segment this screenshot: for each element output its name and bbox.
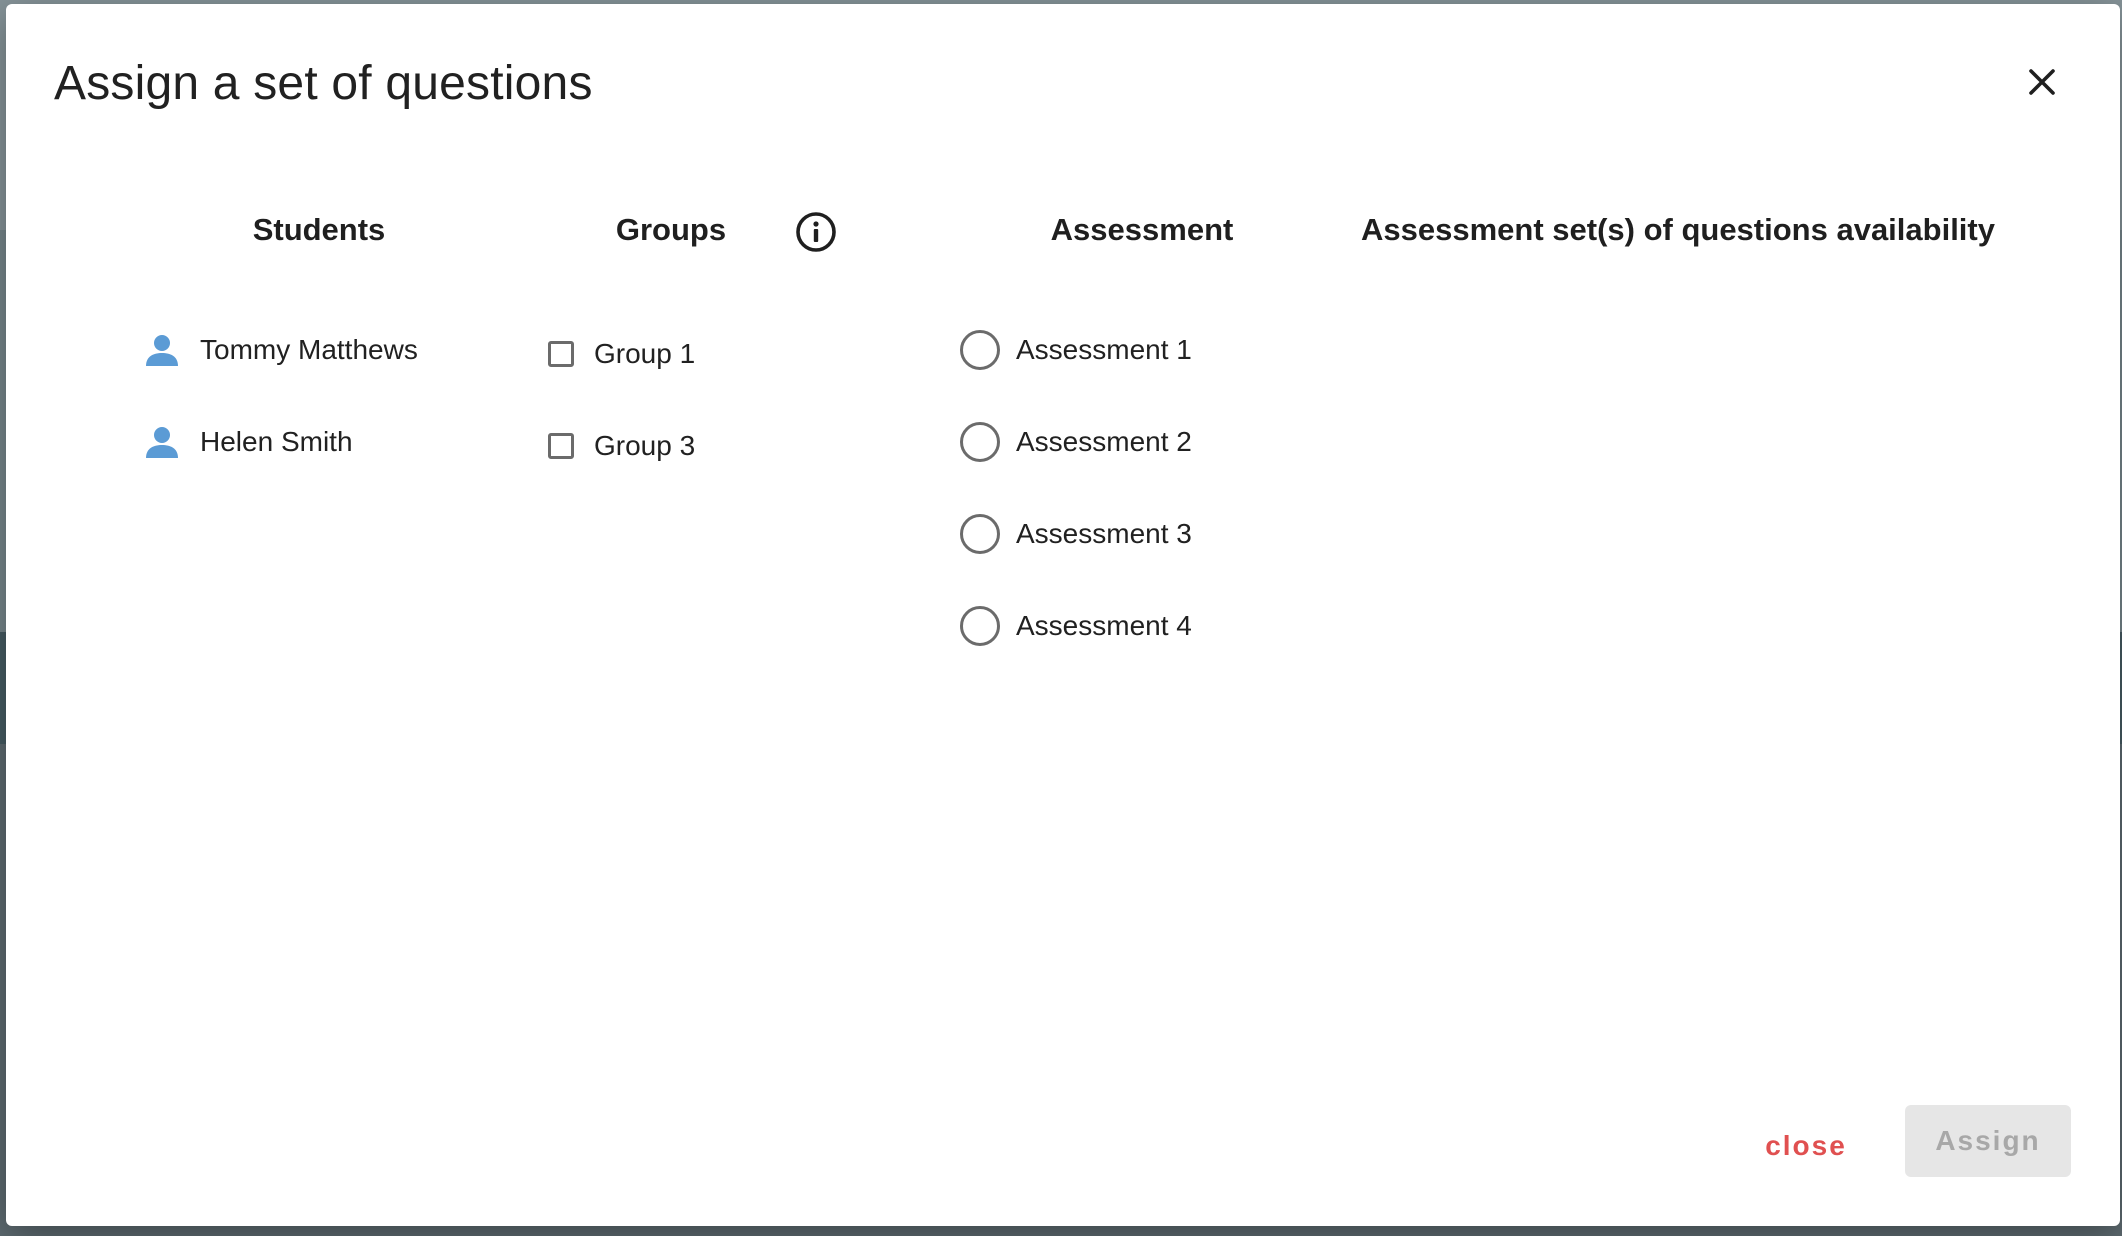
dialog-title: Assign a set of questions (54, 57, 593, 110)
student-name: Helen Smith (200, 426, 353, 457)
assessment-label: Assessment 3 (1016, 518, 1192, 549)
group-label: Group 1 (594, 338, 696, 369)
group-item[interactable]: Group 3 (548, 422, 695, 470)
student-name: Tommy Matthews (200, 334, 418, 365)
group-checkbox[interactable] (548, 341, 574, 367)
assessment-radio[interactable] (960, 514, 1000, 554)
assessment-column-header: Assessment (1050, 212, 1234, 247)
assessment-label: Assessment 1 (1016, 334, 1192, 365)
assessment-option[interactable]: Assessment 2 (960, 418, 1192, 466)
assessment-option[interactable]: Assessment 4 (960, 602, 1192, 650)
person-icon (146, 335, 178, 366)
close-button[interactable]: close (1746, 1111, 1866, 1181)
assessment-option[interactable]: Assessment 1 (960, 326, 1192, 374)
availability-column-header: Assessment set(s) of questions availabil… (1361, 212, 1995, 247)
groups-column-header: Groups (615, 212, 727, 247)
info-icon[interactable] (794, 210, 838, 254)
assessment-radio[interactable] (960, 606, 1000, 646)
assign-button[interactable]: Assign (1905, 1105, 2071, 1177)
assessment-radio[interactable] (960, 330, 1000, 370)
group-label: Group 3 (594, 430, 696, 461)
assessment-label: Assessment 2 (1016, 426, 1192, 457)
person-icon (146, 427, 178, 458)
assessment-radio[interactable] (960, 422, 1000, 462)
assessment-option[interactable]: Assessment 3 (960, 510, 1192, 558)
student-item: Tommy Matthews (142, 326, 418, 374)
close-icon (2029, 69, 2055, 95)
group-item[interactable]: Group 1 (548, 330, 695, 378)
student-item: Helen Smith (142, 418, 353, 466)
assessment-label: Assessment 4 (1016, 610, 1192, 641)
close-dialog-button[interactable] (2022, 62, 2062, 102)
group-checkbox[interactable] (548, 433, 574, 459)
assign-questions-dialog: Assign a set of questions Students Group… (6, 4, 2120, 1226)
students-column-header: Students (252, 212, 386, 247)
